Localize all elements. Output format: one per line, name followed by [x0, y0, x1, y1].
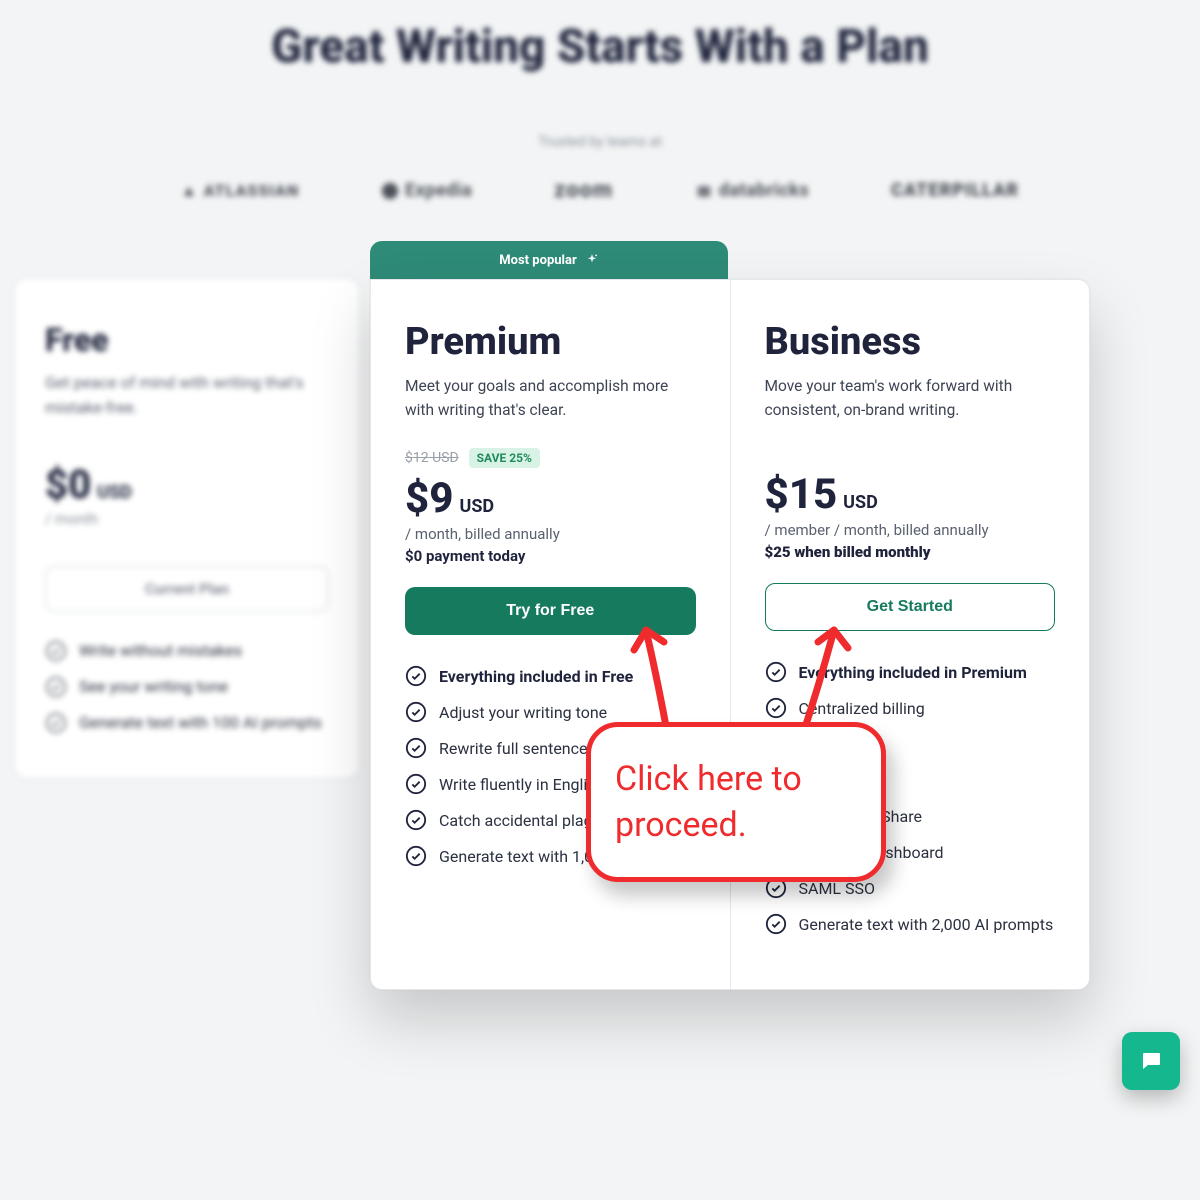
logo-atlassian: ▲ ATLASSIAN — [181, 181, 299, 201]
save-badge: SAVE 25% — [469, 448, 540, 468]
check-icon — [405, 701, 427, 723]
strike-price: $12 USD — [405, 450, 459, 466]
check-icon — [45, 640, 67, 662]
plan-desc-premium: Meet your goals and accomplish more with… — [405, 374, 696, 422]
logo-row: ▲ ATLASSIAN Expedia zoom databricks CATE… — [140, 178, 1060, 203]
current-plan-button: Current Plan — [45, 566, 329, 612]
plan-price-premium: $9 USD — [405, 474, 696, 523]
plan-billing-free: / month — [45, 510, 329, 528]
check-icon — [405, 845, 427, 867]
check-icon — [765, 697, 787, 719]
feature-item: Generate text with 100 AI prompts — [45, 712, 329, 734]
feature-item: Write without mistakes — [45, 640, 329, 662]
plan-desc-business: Move your team's work forward with consi… — [765, 374, 1056, 422]
plan-card-business: Business Move your team's work forward w… — [731, 280, 1090, 989]
logo-expedia: Expedia — [381, 180, 472, 201]
trusted-label: Trusted by teams at — [0, 134, 1200, 150]
check-icon — [45, 712, 67, 734]
sparkle-icon — [585, 253, 599, 267]
plan-price-business: $15 USD — [765, 470, 1056, 519]
logo-zoom: zoom — [554, 178, 613, 203]
plan-note-business: $25 when billed monthly — [765, 543, 1056, 561]
chat-widget-button[interactable] — [1122, 1032, 1180, 1090]
logo-databricks: databricks — [695, 180, 809, 201]
check-icon — [45, 676, 67, 698]
plan-billing-premium: / month, billed annually — [405, 525, 696, 543]
most-popular-banner: Most popular — [370, 241, 728, 279]
plan-name-free: Free — [45, 321, 329, 359]
annotation-callout: Click here to proceed. — [586, 722, 886, 882]
check-icon — [405, 737, 427, 759]
chat-icon — [1138, 1049, 1164, 1073]
plan-card-free: Free Get peace of mind with writing that… — [14, 278, 360, 779]
feature-item: See your writing tone — [45, 676, 329, 698]
plan-name-business: Business — [765, 320, 1056, 364]
feature-item: Generate text with 2,000 AI prompts — [765, 913, 1056, 935]
plan-name-premium: Premium — [405, 320, 696, 364]
check-icon — [405, 773, 427, 795]
plan-billing-business: / member / month, billed annually — [765, 521, 1056, 539]
check-icon — [405, 809, 427, 831]
check-icon — [765, 913, 787, 935]
check-icon — [405, 665, 427, 687]
page-title: Great Writing Starts With a Plan — [0, 0, 1200, 74]
check-icon — [765, 661, 787, 683]
plan-note-premium: $0 payment today — [405, 547, 696, 565]
logo-caterpillar: CATERPILLAR — [891, 180, 1019, 201]
annotation-text: Click here to proceed. — [615, 759, 802, 845]
plan-price-free: $0USD — [45, 461, 329, 508]
plan-desc-free: Get peace of mind with writing that's mi… — [45, 371, 329, 421]
